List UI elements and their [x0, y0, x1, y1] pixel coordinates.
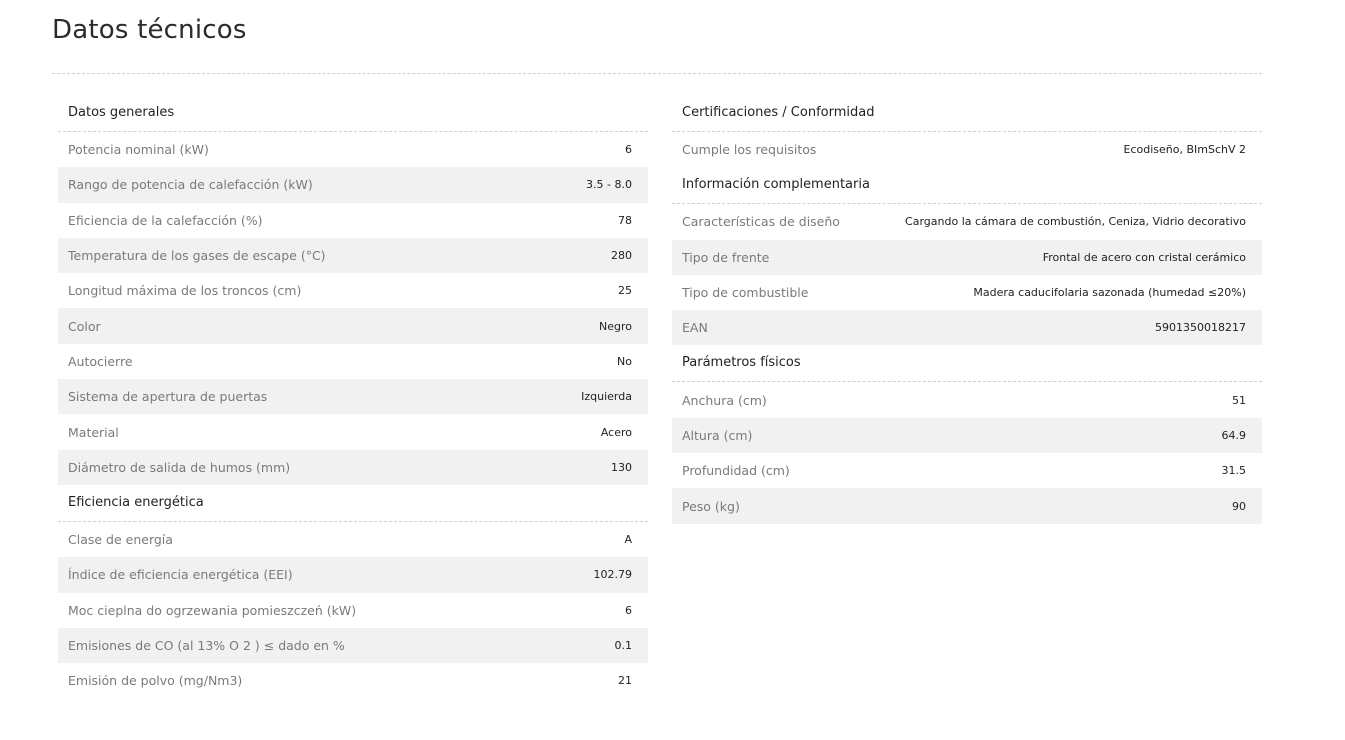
spec-value: Cargando la cámara de combustión, Ceniza… [905, 215, 1246, 229]
spec-label: Profundidad (cm) [682, 463, 790, 479]
spec-row: Altura (cm) 64.9 [672, 417, 1262, 454]
section-title: Parámetros físicos [672, 345, 1262, 383]
spec-row: Profundidad (cm) 31.5 [672, 453, 1262, 489]
spec-label: Autocierre [68, 353, 133, 369]
spec-row: Eficiencia de la calefacción (%) 78 [58, 202, 648, 238]
section-title: Certificaciones / Conformidad [672, 95, 1262, 132]
spec-row: Tipo de frente Frontal de acero con crist… [672, 239, 1262, 275]
spec-rows: Clase de energía A Índice de eficiencia en… [58, 521, 648, 699]
spec-value: 102.79 [593, 568, 633, 582]
spec-row: Tipo de combustible Madera caducifolaria … [672, 274, 1262, 311]
spec-rows: Cumple los requisitos Ecodiseño, BImSchV … [672, 132, 1262, 168]
spec-value: 6 [625, 143, 632, 157]
spec-row: Color Negro [58, 308, 648, 344]
spec-row: Emisión de polvo (mg/Nm3) 21 [58, 663, 648, 699]
spec-label: Índice de eficiencia energética (EEI) [68, 567, 293, 583]
spec-section-eficiencia-energetica: Eficiencia energética Clase de energía A Ín… [58, 485, 648, 699]
spec-row: Anchura (cm) 51 [672, 382, 1262, 418]
spec-label: Moc cieplna do ogrzewania pomieszczeń (k… [68, 602, 357, 618]
section-title: Eficiencia energética [58, 485, 648, 522]
spec-label: Temperatura de los gases de escape (°C) [68, 248, 326, 264]
spec-row: Autocierre No [58, 343, 648, 380]
spec-value: 64.9 [1221, 428, 1247, 442]
spec-label: Material [68, 424, 119, 440]
spec-value: 0.1 [614, 639, 633, 652]
spec-value: 6 [625, 603, 632, 617]
spec-row: Índice de eficiencia energética (EEI) 102… [58, 557, 648, 593]
spec-row: Material Acero [58, 414, 648, 450]
spec-value: 21 [618, 674, 632, 688]
spec-label: Peso (kg) [682, 498, 740, 514]
spec-value: 90 [1232, 499, 1246, 513]
spec-value: Frontal de acero con cristal cerámico [1042, 250, 1246, 264]
spec-section-informacion-complementaria: Información complementaria Característica… [672, 167, 1262, 346]
spec-value: No [617, 354, 632, 368]
spec-label: Emisiones de CO (al 13% O 2 ) ≤ dado en … [68, 638, 345, 653]
spec-value: 25 [618, 284, 632, 298]
spec-label: Altura (cm) [682, 427, 753, 443]
spec-label: Potencia nominal (kW) [68, 142, 209, 158]
spec-value: Izquierda [581, 390, 632, 404]
spec-section-certificaciones-conformidad: Certificaciones / Conformidad Cumple los … [672, 95, 1262, 168]
right-column: Certificaciones / Conformidad Cumple los … [672, 95, 1262, 524]
spec-row: Emisiones de CO (al 13% O 2 ) ≤ dado en … [58, 627, 648, 664]
spec-row: Peso (kg) 90 [672, 488, 1262, 524]
spec-row: EAN 5901350018217 [672, 310, 1262, 346]
title-divider [52, 73, 1262, 74]
spec-label: Sistema de apertura de puertas [68, 389, 268, 405]
spec-row: Potencia nominal (kW) 6 [58, 132, 648, 168]
section-title: Información complementaria [672, 167, 1262, 205]
spec-value: 130 [611, 460, 632, 474]
spec-label: Diámetro de salida de humos (mm) [68, 459, 291, 475]
spec-label: Anchura (cm) [682, 392, 767, 408]
spec-value: Negro [599, 319, 632, 333]
spec-value: 280 [611, 249, 632, 263]
spec-label: Rango de potencia de calefacción (kW) [68, 177, 313, 193]
spec-value: 78 [618, 213, 632, 227]
spec-rows: Anchura (cm) 51 Altura (cm) 64.9 Profundidad… [672, 382, 1262, 524]
spec-label: Longitud máxima de los troncos (cm) [68, 283, 302, 299]
page-title: Datos técnicos [52, 15, 247, 45]
spec-section-datos-generales: Datos generales Potencia nominal (kW) 6 Ran… [58, 95, 648, 485]
spec-label: Tipo de combustible [682, 285, 809, 301]
spec-label: Cumple los requisitos [682, 142, 817, 158]
spec-row: Sistema de apertura de puertas Izquierda [58, 379, 648, 415]
spec-rows: Potencia nominal (kW) 6 Rango de potencia … [58, 132, 648, 485]
spec-label: EAN [682, 320, 708, 336]
spec-value: A [624, 533, 632, 547]
spec-row: Moc cieplna do ogrzewania pomieszczeń (k… [58, 592, 648, 628]
spec-value: Ecodiseño, BImSchV 2 [1123, 143, 1247, 157]
left-column: Datos generales Potencia nominal (kW) 6 Ran… [58, 95, 648, 699]
spec-value: Acero [600, 425, 632, 439]
section-title: Datos generales [58, 95, 648, 132]
spec-value: Madera caducifolaria sazonada (humedad ≤… [973, 286, 1246, 300]
spec-label: Emisión de polvo (mg/Nm3) [68, 673, 243, 689]
spec-label: Color [68, 318, 101, 334]
spec-row: Cumple los requisitos Ecodiseño, BImSchV … [672, 132, 1262, 168]
spec-value: 31.5 [1221, 464, 1247, 478]
spec-value: 5901350018217 [1155, 321, 1246, 335]
spec-label: Tipo de frente [682, 249, 770, 265]
spec-section-parametros-fisicos: Parámetros físicos Anchura (cm) 51 Altura (… [672, 345, 1262, 524]
spec-row: Características de diseño Cargando la cám… [672, 204, 1262, 240]
spec-value: 51 [1232, 393, 1246, 407]
spec-rows: Características de diseño Cargando la cám… [672, 204, 1262, 346]
spec-label: Clase de energía [68, 532, 173, 548]
spec-label: Eficiencia de la calefacción (%) [68, 212, 263, 228]
spec-value: 3.5 - 8.0 [586, 178, 632, 192]
spec-row: Rango de potencia de calefacción (kW) 3.5… [58, 167, 648, 203]
spec-row: Clase de energía A [58, 521, 648, 558]
spec-row: Diámetro de salida de humos (mm) 130 [58, 449, 648, 485]
spec-row: Longitud máxima de los troncos (cm) 25 [58, 273, 648, 309]
spec-label: Características de diseño [682, 214, 840, 230]
spec-row: Temperatura de los gases de escape (°C) 2… [58, 237, 648, 274]
